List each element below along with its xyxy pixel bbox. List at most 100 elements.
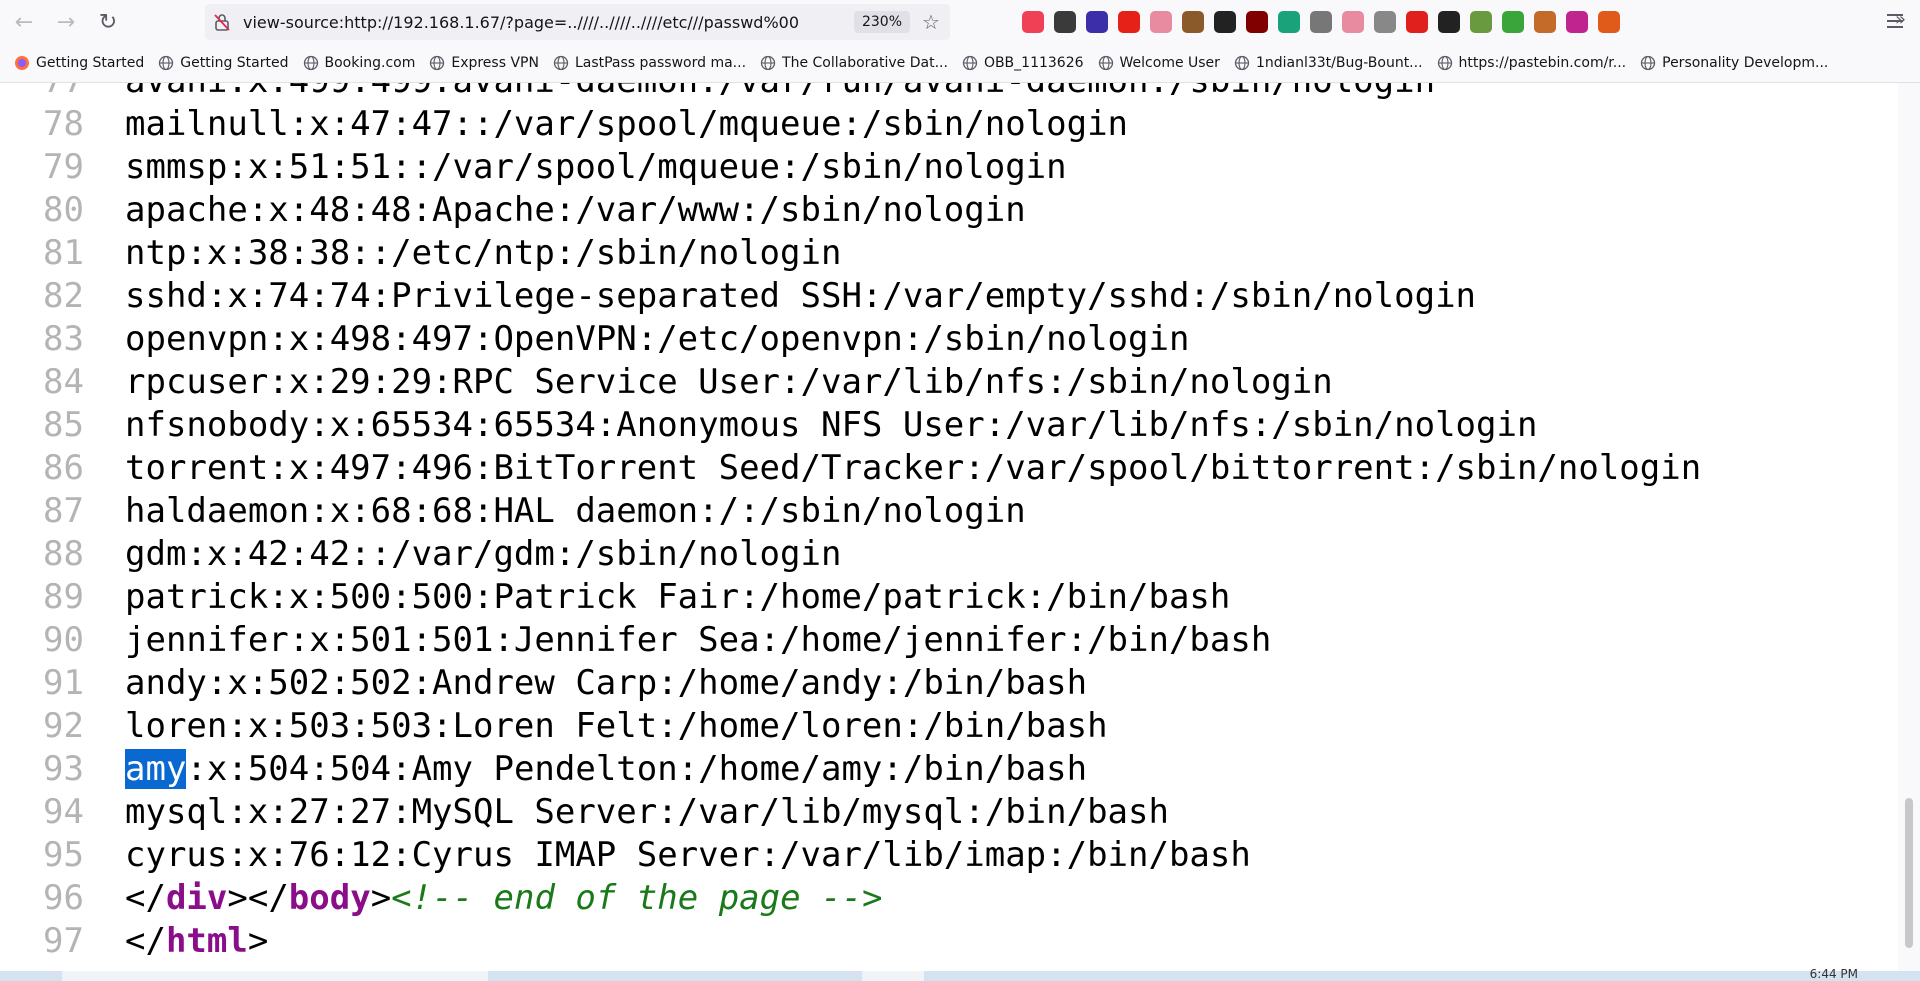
forward-button[interactable]: → [48,4,84,40]
html-punctuation: > [370,878,392,918]
source-line: 82 sshd:x:74:74:Privilege-separated SSH:/… [0,275,1898,318]
source-line: 92 loren:x:503:503:Loren Felt:/home/loren… [0,705,1898,748]
bookmark-label: https://pastebin.com/r... [1458,55,1627,71]
ublock-origin-icon[interactable] [1246,11,1268,33]
bookmark-star-button[interactable]: ☆ [916,7,946,37]
source-line: 87 haldaemon:x:68:68:HAL daemon:/:/sbin/n… [0,490,1898,533]
line-number: 78 [43,104,84,144]
bookmark-label: Personality Developm... [1662,55,1829,71]
line-content: gdm:x:42:42::/var/gdm:/sbin/nologin [125,534,842,574]
line-content: cyrus:x:76:12:Cyrus IMAP Server:/var/lib… [125,835,1251,875]
link-icon[interactable] [1150,11,1172,33]
bookmark-item[interactable]: https://pastebin.com/r... [1437,55,1627,71]
opera-icon[interactable] [1406,11,1428,33]
line-number: 89 [43,577,84,617]
line-text[interactable]: amy:x:504:504:Amy Pendelton:/home/amy:/b… [125,748,1087,791]
bookmark-item[interactable]: Personality Developm... [1640,55,1828,71]
ublock-u-icon[interactable] [1054,11,1076,33]
block-icon[interactable] [1598,11,1620,33]
line-text[interactable]: </div></body><!-- end of the page --> [125,877,882,920]
url-text[interactable]: view-source:http://192.168.1.67/?page=..… [243,13,854,32]
youtube-icon[interactable] [1118,11,1140,33]
line-content: ntp:x:38:38::/etc/ntp:/sbin/nologin [125,233,842,273]
cookie-icon[interactable] [1182,11,1204,33]
link2-icon[interactable] [1342,11,1364,33]
house-icon[interactable] [1534,11,1556,33]
line-text[interactable]: smmsp:x:51:51::/var/spool/mqueue:/sbin/n… [125,146,1067,189]
line-text[interactable]: nfsnobody:x:65534:65534:Anonymous NFS Us… [125,404,1537,447]
bookmark-item[interactable]: 1ndianl33t/Bug-Bount... [1234,55,1423,71]
line-text[interactable]: ntp:x:38:38::/etc/ntp:/sbin/nologin [125,232,841,275]
line-text[interactable]: andy:x:502:502:Andrew Carp:/home/andy:/b… [125,662,1087,705]
reload-icon: ↻ [98,9,118,35]
zoom-level-button[interactable]: 230% [853,11,910,33]
bookmark-label: Booking.com [324,55,416,71]
line-text[interactable]: haldaemon:x:68:68:HAL daemon:/:/sbin/nol… [125,490,1026,533]
line-text[interactable]: cyrus:x:76:12:Cyrus IMAP Server:/var/lib… [125,834,1251,877]
line-number: 77 [0,83,102,103]
spy-icon[interactable] [1214,11,1236,33]
n-icon[interactable] [1566,11,1588,33]
vpn-icon[interactable] [1470,11,1492,33]
source-line: 93 amy:x:504:504:Amy Pendelton:/home/amy:… [0,748,1898,791]
bookmark-item[interactable]: OBB_1113626 [962,55,1084,71]
grid-icon[interactable] [1438,11,1460,33]
source-line: 80 apache:x:48:48:Apache:/var/www:/sbin/n… [0,189,1898,232]
source-line: 81 ntp:x:38:38::/etc/ntp:/sbin/nologin [0,232,1898,275]
line-text[interactable]: loren:x:503:503:Loren Felt:/home/loren:/… [125,705,1108,748]
line-text[interactable]: patrick:x:500:500:Patrick Fair:/home/pat… [125,576,1230,619]
line-text[interactable]: gdm:x:42:42::/var/gdm:/sbin/nologin [125,533,841,576]
bookmark-item[interactable]: Booking.com [303,55,416,71]
globe-icon [553,55,569,71]
vertical-scrollbar[interactable] [1898,83,1920,971]
mail-icon[interactable] [1278,11,1300,33]
source-line: 91 andy:x:502:502:Andrew Carp:/home/andy:… [0,662,1898,705]
line-text[interactable]: avahi:x:499:499:avahi-daemon:/var/run/av… [125,83,1435,103]
bookmark-item[interactable]: LastPass password ma... [553,55,746,71]
line-content: openvpn:x:498:497:OpenVPN:/etc/openvpn:/… [125,319,1190,359]
bookmark-item[interactable]: Getting Started [158,55,289,71]
source-line: 89 patrick:x:500:500:Patrick Fair:/home/p… [0,576,1898,619]
globe-icon [1437,55,1453,71]
line-text[interactable]: jennifer:x:501:501:Jennifer Sea:/home/je… [125,619,1271,662]
address-bar[interactable]: view-source:http://192.168.1.67/?page=..… [205,4,950,40]
reload-button[interactable]: ↻ [90,4,126,40]
arrow-left-icon: ← [14,9,34,35]
arrow-icon[interactable] [1310,11,1332,33]
bookmarks-bar: Getting Started Getting Started Booking.co… [0,44,1920,83]
ip-icon[interactable] [1374,11,1396,33]
line-number: 95 [43,835,84,875]
line-text[interactable]: mysql:x:27:27:MySQL Server:/var/lib/mysq… [125,791,1169,834]
line-text[interactable]: openvpn:x:498:497:OpenVPN:/etc/openvpn:/… [125,318,1189,361]
bookmark-item[interactable]: Express VPN [429,55,539,71]
line-content: rpcuser:x:29:29:RPC Service User:/var/li… [125,362,1333,402]
line-text[interactable]: </html> [125,920,268,963]
line-text[interactable]: sshd:x:74:74:Privilege-separated SSH:/va… [125,275,1476,318]
bookmark-item[interactable]: Getting Started [14,55,144,71]
line-text[interactable]: rpcuser:x:29:29:RPC Service User:/var/li… [125,361,1333,404]
html-punctuation: </ [125,878,166,918]
line-content: apache:x:48:48:Apache:/var/www:/sbin/nol… [125,190,1026,230]
line-text[interactable]: apache:x:48:48:Apache:/var/www:/sbin/nol… [125,189,1026,232]
html-tag-name: html [165,921,248,961]
plus-icon[interactable] [1502,11,1524,33]
bookmarks-overflow-chevron-icon[interactable]: » [1895,9,1906,30]
selected-text[interactable]: amy [125,749,187,789]
line-content: mysql:x:27:27:MySQL Server:/var/lib/mysq… [125,792,1169,832]
source-line: 79 smmsp:x:51:51::/var/spool/mqueue:/sbin… [0,146,1898,189]
line-content: smmsp:x:51:51::/var/spool/mqueue:/sbin/n… [125,147,1067,187]
line-content: mailnull:x:47:47::/var/spool/mqueue:/sbi… [125,104,1129,144]
pocket-icon[interactable] [1022,11,1044,33]
line-content: avahi:x:499:499:avahi-daemon:/var/run/av… [125,83,1435,101]
bookmark-item[interactable]: Welcome User [1098,55,1220,71]
taskbar-item[interactable] [62,971,488,981]
cube-icon[interactable] [1086,11,1108,33]
line-number: 86 [43,448,84,488]
source-line: 88 gdm:x:42:42::/var/gdm:/sbin/nologin [0,533,1898,576]
line-text[interactable]: torrent:x:497:496:BitTorrent Seed/Tracke… [125,447,1701,490]
bookmark-item[interactable]: The Collaborative Dat... [760,55,948,71]
back-button[interactable]: ← [6,4,42,40]
line-text[interactable]: mailnull:x:47:47::/var/spool/mqueue:/sbi… [125,103,1128,146]
scrollbar-thumb[interactable] [1905,798,1913,948]
taskbar-item[interactable] [862,971,924,981]
